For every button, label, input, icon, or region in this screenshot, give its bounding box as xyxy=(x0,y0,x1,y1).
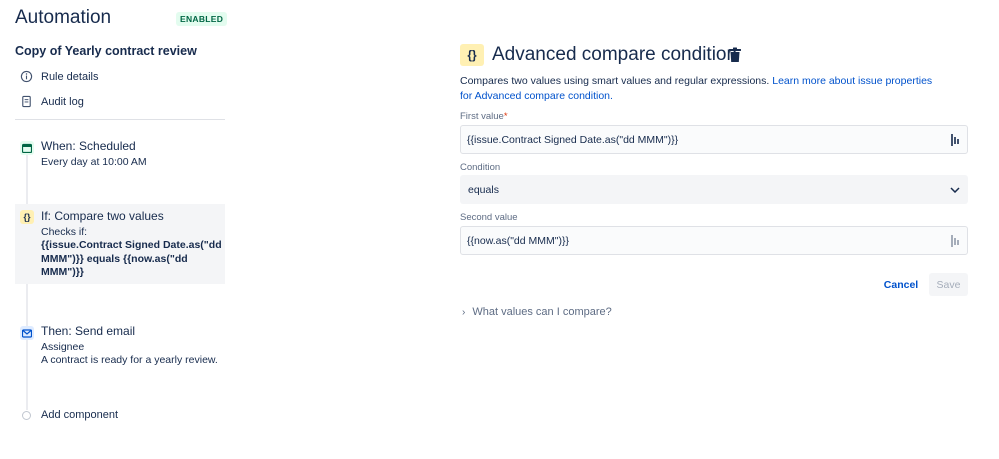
step-detail: Assignee xyxy=(41,341,85,353)
step-title: When: Scheduled xyxy=(41,139,136,153)
document-icon xyxy=(22,95,31,108)
panel-title: Advanced compare condition xyxy=(492,44,738,65)
curly-braces-icon: {} xyxy=(460,44,484,66)
rule-name: Copy of Yearly contract review xyxy=(15,44,197,58)
trigger-step[interactable]: When: Scheduled Every day at 10:00 AM xyxy=(15,135,225,173)
cancel-button[interactable]: Cancel xyxy=(882,275,920,295)
condition-label: Condition xyxy=(460,162,501,173)
add-component-button[interactable]: Add component xyxy=(41,409,118,421)
condition-config-panel: {} Advanced compare condition Compares t… xyxy=(460,0,970,459)
nav-label: Audit log xyxy=(41,95,84,108)
step-detail: Every day at 10:00 AM xyxy=(41,156,147,168)
required-marker: * xyxy=(503,111,508,122)
action-step[interactable]: Then: Send email Assignee A contract is … xyxy=(15,320,225,371)
second-value-text: {{now.as("dd MMM")}} xyxy=(467,234,570,247)
first-value-input[interactable]: {{issue.Contract Signed Date.as("dd MMM"… xyxy=(460,125,968,154)
condition-step[interactable]: {} If: Compare two values Checks if: {{i… xyxy=(15,204,225,284)
smart-value-icon[interactable] xyxy=(951,133,961,146)
smart-value-icon[interactable] xyxy=(951,234,961,247)
mail-icon xyxy=(20,326,34,340)
description-text: Compares two values using smart values a… xyxy=(460,75,773,87)
chevron-down-icon xyxy=(950,186,960,193)
values-help-expander[interactable]: › What values can I compare? xyxy=(462,306,612,318)
nav-label: Rule details xyxy=(41,70,99,83)
page-title: Automation xyxy=(15,7,112,28)
first-value-text: {{issue.Contract Signed Date.as("dd MMM"… xyxy=(467,133,679,146)
rule-sidebar: Automation ENABLED Copy of Yearly contra… xyxy=(0,0,240,459)
add-component-dot xyxy=(22,411,31,420)
expander-label: What values can I compare? xyxy=(472,306,612,318)
panel-description: Compares two values using smart values a… xyxy=(460,74,940,104)
label-text: First value xyxy=(460,111,504,122)
curly-braces-icon: {} xyxy=(20,210,34,224)
step-title: If: Compare two values xyxy=(41,209,164,223)
chevron-right-icon: › xyxy=(462,306,466,318)
info-icon xyxy=(20,70,33,83)
divider xyxy=(15,119,225,120)
trash-icon[interactable] xyxy=(728,47,742,63)
nav-audit-log[interactable]: Audit log xyxy=(20,95,84,108)
condition-selected-value: equals xyxy=(468,183,499,196)
nav-rule-details[interactable]: Rule details xyxy=(20,70,98,83)
step-detail: A contract is ready for a yearly review. xyxy=(41,354,218,366)
step-expression: {{issue.Contract Signed Date.as("dd MMM"… xyxy=(41,239,222,278)
condition-select[interactable]: equals xyxy=(460,175,968,204)
step-title: Then: Send email xyxy=(41,324,136,338)
second-value-input[interactable]: {{now.as("dd MMM")}} xyxy=(460,226,968,255)
first-value-label: First value* xyxy=(460,111,508,122)
save-button[interactable]: Save xyxy=(929,273,968,296)
calendar-icon xyxy=(20,141,34,155)
status-badge: ENABLED xyxy=(176,12,228,26)
step-detail: Checks if: xyxy=(41,226,88,238)
second-value-label: Second value xyxy=(460,212,518,223)
